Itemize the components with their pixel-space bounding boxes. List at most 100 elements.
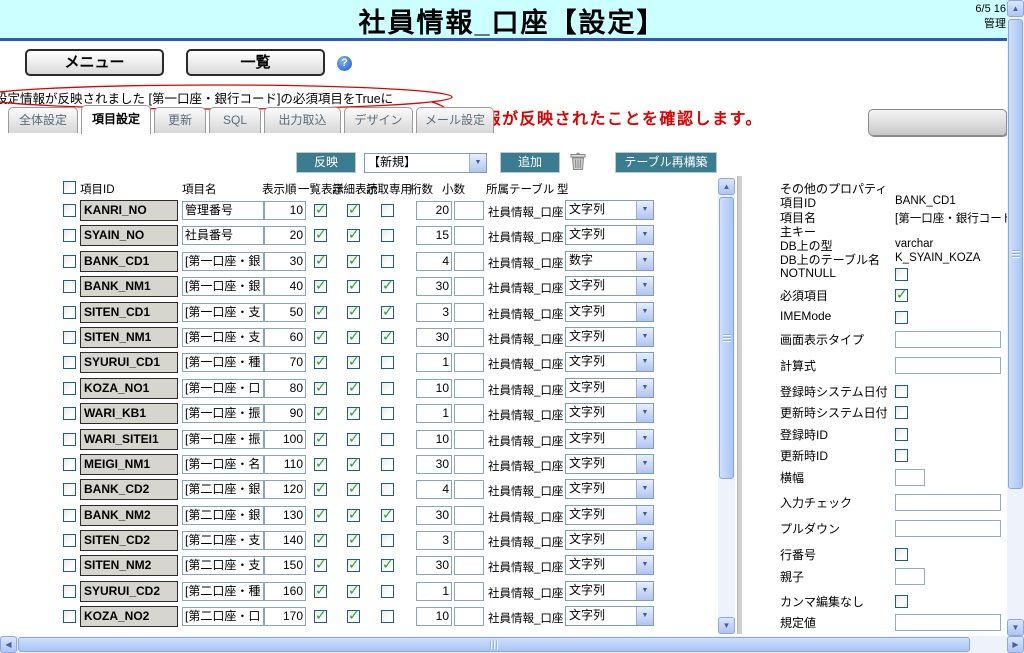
display-order-input[interactable]: 150 (264, 556, 306, 576)
decimal-input[interactable] (454, 404, 484, 424)
rebuild-table-button[interactable]: テーブル再構築 (615, 152, 717, 173)
type-select[interactable]: 文字列 ▼ (565, 276, 654, 297)
item-id-box[interactable]: KOZA_NO2 (80, 606, 178, 628)
scrollbar-thumb[interactable] (719, 197, 734, 479)
digits-input[interactable]: 15 (416, 226, 452, 246)
list-display-checkbox[interactable] (314, 226, 327, 243)
decimal-input[interactable] (454, 429, 484, 449)
list-display-checkbox[interactable] (314, 430, 327, 447)
readonly-checkbox[interactable] (381, 254, 394, 268)
type-select[interactable]: 文字列 ▼ (565, 580, 654, 601)
type-select[interactable]: 文字列 ▼ (565, 200, 654, 220)
type-select[interactable]: 文字列 ▼ (565, 530, 654, 551)
readonly-checkbox[interactable] (381, 277, 394, 294)
item-id-box[interactable]: KOZA_NO1 (80, 377, 178, 399)
decimal-input[interactable] (454, 531, 484, 551)
readonly-checkbox[interactable] (381, 534, 394, 548)
readonly-checkbox[interactable] (381, 610, 394, 624)
decimal-input[interactable] (454, 505, 484, 525)
readonly-checkbox[interactable] (381, 457, 394, 471)
display-order-input[interactable]: 30 (264, 251, 306, 271)
list-display-checkbox[interactable] (314, 328, 327, 345)
type-select[interactable]: 文字列 ▼ (565, 352, 654, 373)
item-name-input[interactable]: 管理番号 (182, 201, 264, 220)
panel-checkbox[interactable] (895, 427, 908, 441)
type-select[interactable]: 文字列 ▼ (565, 555, 654, 576)
digits-input[interactable]: 4 (416, 251, 452, 271)
digits-input[interactable]: 30 (416, 277, 452, 297)
readonly-checkbox[interactable] (381, 381, 394, 395)
decimal-input[interactable] (454, 581, 484, 601)
list-display-checkbox[interactable] (314, 607, 327, 624)
display-order-input[interactable]: 160 (264, 581, 306, 601)
item-name-input[interactable]: [第二口座・支 (182, 531, 264, 551)
panel-checkbox[interactable] (895, 449, 908, 463)
item-name-input[interactable]: [第二口座・種 (182, 581, 264, 601)
decimal-input[interactable] (454, 607, 484, 627)
panel-checkbox[interactable] (895, 286, 908, 303)
panel-checkbox[interactable] (895, 547, 908, 561)
scrollbar-thumb[interactable] (18, 637, 970, 652)
row-select-checkbox[interactable] (63, 432, 76, 446)
item-name-input[interactable]: [第一口座・名 (182, 454, 264, 474)
display-order-input[interactable]: 10 (264, 201, 306, 220)
item-id-box[interactable]: BANK_CD2 (80, 479, 178, 501)
row-select-checkbox[interactable] (63, 356, 76, 370)
item-name-input[interactable]: [第二口座・口 (182, 607, 264, 627)
list-display-checkbox[interactable] (314, 252, 327, 269)
item-id-box[interactable]: BANK_NM2 (80, 504, 178, 526)
detail-display-checkbox[interactable] (347, 430, 360, 447)
type-select[interactable]: 文字列 ▼ (565, 377, 654, 398)
detail-display-checkbox[interactable] (347, 379, 360, 396)
readonly-checkbox[interactable] (381, 584, 394, 598)
item-id-box[interactable]: SYURUI_CD2 (80, 580, 178, 602)
row-select-checkbox[interactable] (63, 229, 76, 243)
panel-input[interactable] (895, 567, 925, 585)
item-id-box[interactable]: MEIGI_NM1 (80, 453, 178, 475)
type-select[interactable]: 文字列 ▼ (565, 301, 654, 322)
item-name-input[interactable]: [第一口座・支 (182, 302, 264, 322)
decimal-input[interactable] (454, 480, 484, 500)
page-horizontal-scrollbar[interactable]: ◀ ▶ (0, 636, 1024, 653)
list-display-checkbox[interactable] (314, 455, 327, 472)
type-select[interactable]: 文字列 ▼ (565, 606, 654, 627)
digits-input[interactable]: 4 (416, 480, 452, 500)
digits-input[interactable]: 10 (416, 607, 452, 627)
list-display-checkbox[interactable] (314, 506, 327, 523)
digits-input[interactable]: 20 (416, 201, 452, 220)
display-order-input[interactable]: 60 (264, 327, 306, 347)
type-select[interactable]: 数字 ▼ (565, 250, 654, 271)
item-id-box[interactable]: SITEN_NM2 (80, 555, 178, 577)
readonly-checkbox[interactable] (381, 483, 394, 497)
digits-input[interactable]: 1 (416, 404, 452, 424)
row-select-checkbox[interactable] (63, 204, 76, 217)
scroll-right-button[interactable]: ▶ (1007, 636, 1024, 653)
panel-checkbox[interactable] (895, 267, 908, 281)
display-order-input[interactable]: 20 (264, 226, 306, 246)
digits-input[interactable]: 10 (416, 429, 452, 449)
scroll-down-button[interactable]: ▼ (1007, 619, 1024, 636)
row-select-checkbox[interactable] (63, 381, 76, 395)
row-select-checkbox[interactable] (63, 280, 76, 294)
item-name-input[interactable]: [第一口座・支 (182, 327, 264, 347)
digits-input[interactable]: 1 (416, 353, 452, 373)
item-id-box[interactable]: WARI_KB1 (80, 403, 178, 425)
type-select[interactable]: 文字列 ▼ (565, 326, 654, 347)
digits-input[interactable]: 30 (416, 327, 452, 347)
detail-display-checkbox[interactable] (347, 252, 360, 269)
item-name-input[interactable]: [第一口座・銀 (182, 277, 264, 297)
display-order-input[interactable]: 40 (264, 277, 306, 297)
display-order-input[interactable]: 110 (264, 454, 306, 474)
display-order-input[interactable]: 130 (264, 505, 306, 525)
row-select-checkbox[interactable] (63, 330, 76, 344)
readonly-checkbox[interactable] (381, 407, 394, 421)
panel-input[interactable] (895, 493, 1001, 511)
item-name-input[interactable]: [第一口座・振 (182, 429, 264, 449)
scroll-up-button[interactable]: ▲ (1007, 0, 1024, 17)
list-display-checkbox[interactable] (314, 480, 327, 497)
digits-input[interactable]: 30 (416, 505, 452, 525)
detail-display-checkbox[interactable] (347, 455, 360, 472)
select-all-checkbox[interactable] (63, 181, 76, 194)
row-select-checkbox[interactable] (63, 534, 76, 548)
digits-input[interactable]: 3 (416, 302, 452, 322)
